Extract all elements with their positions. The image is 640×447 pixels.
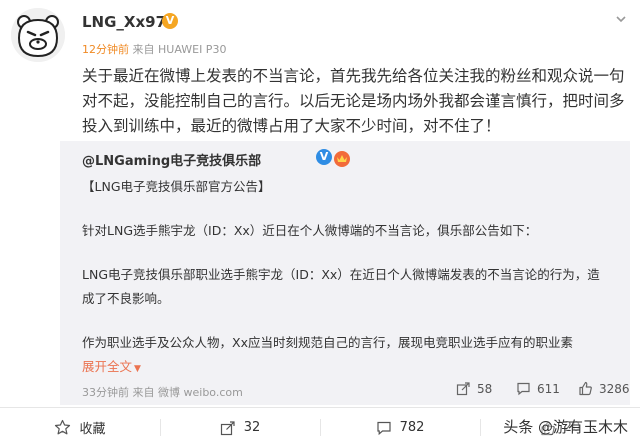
repost-line: 针对LNG选手熊宇龙（ID：Xx）近日在个人微博端的不当言论，俱乐部公告如下：: [82, 223, 538, 238]
repost-line: LNG电子竞技俱乐部职业选手熊宇龙（ID：Xx）在近日个人微博端发表的不当言论的…: [82, 267, 600, 282]
avatar[interactable]: [11, 8, 65, 62]
repost-line: 【LNG电子竞技俱乐部官方公告】: [82, 179, 271, 194]
repost-like-count: 3286: [599, 381, 630, 396]
post-username[interactable]: LNG_Xx97: [82, 13, 166, 31]
share-button[interactable]: 32: [160, 408, 320, 447]
repost-source: 来自 微博 weibo.com: [132, 386, 243, 399]
chevron-down-icon: ▼: [134, 364, 141, 374]
share-count: 32: [243, 420, 261, 435]
post-text-line: 对不起，没能控制自己的言行。以后无论是场内场外我都会谨言慎行，把时间多: [82, 92, 625, 110]
post-text-line: 投入到训练中，最近的微博占用了大家不少时间，对不住了！: [82, 117, 501, 135]
repost-like-stat[interactable]: 3286: [578, 381, 630, 396]
comment-icon: [376, 421, 391, 435]
thumbs-up-icon: [579, 381, 592, 396]
repost-author[interactable]: @LNGaming电子竞技俱乐部: [82, 150, 261, 169]
repost-comment-stat[interactable]: 611: [516, 381, 560, 396]
repost-meta: 33分钟前 来自 微博 weibo.com: [82, 384, 243, 400]
comment-button[interactable]: 782: [320, 408, 480, 447]
repost-line: 作为职业选手及公众人物，Xx应当时刻规范自己的言行，展现电竞职业选手应有的职业素: [82, 335, 573, 350]
watermark: 头条 @游有玉木木: [503, 418, 628, 436]
bear-face-avatar-icon: [11, 8, 65, 62]
share-icon: [456, 382, 470, 396]
expand-full-text-link[interactable]: 展开全文 ▼: [82, 356, 141, 375]
repost-share-count: 58: [477, 381, 493, 396]
share-icon: [220, 420, 235, 435]
more-options-chevron-icon[interactable]: [614, 12, 628, 26]
repost-share-stat[interactable]: 58: [456, 381, 492, 396]
expand-label: 展开全文: [82, 359, 133, 374]
repost-card[interactable]: @LNGaming电子竞技俱乐部 V 【LNG电子竞技俱乐部官方公告】 针对LN…: [60, 141, 630, 405]
star-icon: [55, 419, 71, 435]
post-source: 来自 HUAWEI P30: [132, 43, 227, 56]
favorite-button[interactable]: 收藏: [0, 408, 160, 447]
repost-line: 成了不良影响。: [82, 291, 170, 306]
verified-badge-icon: V: [162, 13, 178, 29]
comment-icon: [517, 382, 530, 396]
repost-time[interactable]: 33分钟前: [82, 386, 129, 399]
post-time[interactable]: 12分钟前: [82, 43, 129, 56]
post-meta: 12分钟前 来自 HUAWEI P30: [82, 41, 226, 57]
vip-crown-badge-icon: [334, 151, 350, 167]
post-text: 关于最近在微博上发表的不当言论，首先我先给各位关注我的粉丝和观众说一句 对不起，…: [82, 64, 630, 139]
blue-verified-icon: V: [316, 149, 332, 165]
favorite-label: 收藏: [79, 422, 106, 437]
repost-comment-count: 611: [537, 381, 560, 396]
post-text-line: 关于最近在微博上发表的不当言论，首先我先给各位关注我的粉丝和观众说一句: [82, 67, 625, 85]
comment-count: 782: [399, 420, 425, 435]
